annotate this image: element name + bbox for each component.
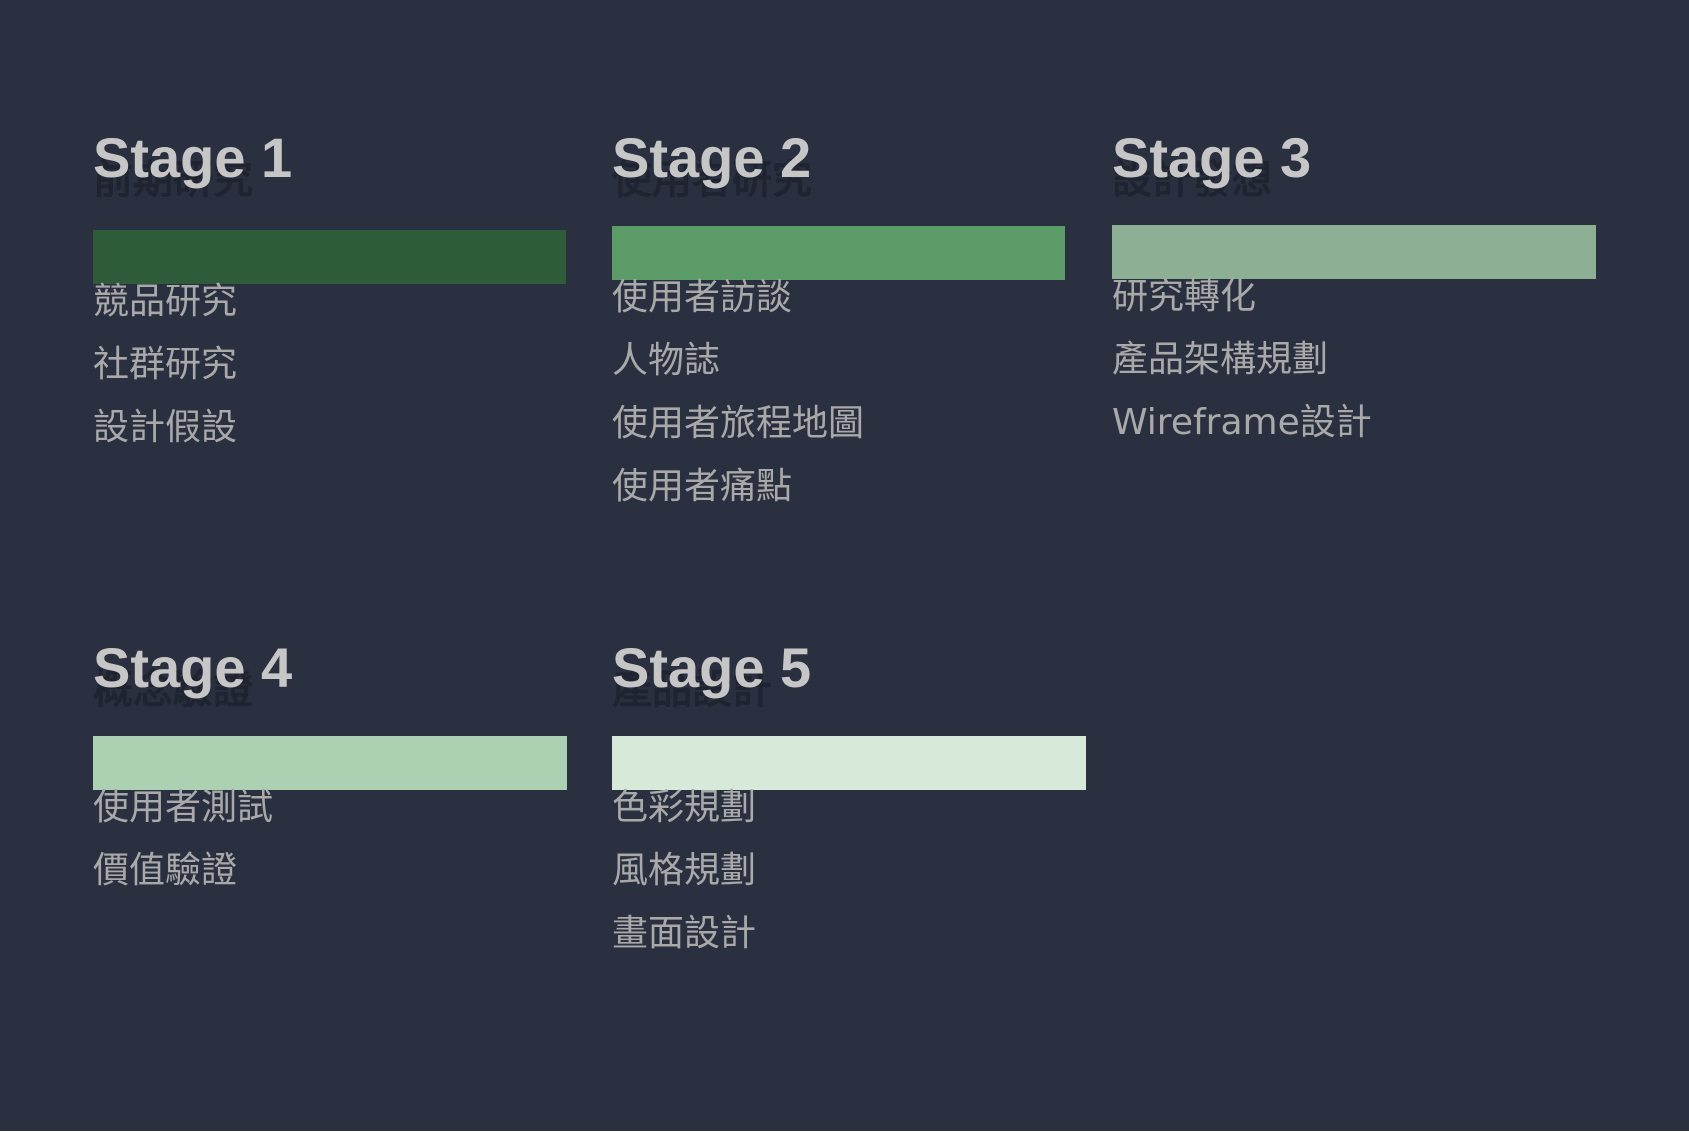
stage-5-heading: 產品設計 Stage 5 — [612, 640, 1092, 740]
stage-2-title: Stage 2 — [612, 126, 812, 189]
stage-4-items: 使用者測試 價值驗證 — [93, 776, 273, 902]
stage-4-title: Stage 4 — [93, 636, 293, 699]
stage-1-item: 設計假設 — [93, 407, 238, 448]
stage-3-heading: 設計發想 Stage 3 — [1112, 130, 1612, 230]
stage-3-item: Wireframe設計 — [1112, 402, 1372, 443]
stage-2-item: 使用者旅程地圖 — [612, 403, 865, 444]
stage-5-item: 畫面設計 — [612, 913, 757, 954]
stage-2-item: 人物誌 — [612, 340, 721, 381]
stage-5-items: 色彩規劃 風格規劃 畫面設計 — [612, 776, 756, 965]
stage-1-item: 競品研究 — [93, 281, 238, 322]
stage-diagram: 前期研究 Stage 1 競品研究 社群研究 設計假設 使用者研究 Stage … — [0, 0, 1689, 1133]
stage-3-items: 研究轉化 產品架構規劃 Wireframe設計 — [1112, 265, 1372, 454]
stage-2: 使用者研究 Stage 2 使用者訪談 人物誌 使用者旅程地圖 使用者痛點 — [612, 130, 1092, 507]
stage-2-item: 使用者痛點 — [612, 466, 793, 507]
stage-1-items: 競品研究 社群研究 設計假設 — [93, 270, 237, 459]
stage-1: 前期研究 Stage 1 競品研究 社群研究 設計假設 — [93, 130, 573, 448]
stage-1-item: 社群研究 — [93, 344, 238, 385]
stage-5-title: Stage 5 — [612, 636, 812, 699]
stage-4-heading: 概念驗證 Stage 4 — [93, 640, 573, 740]
stage-1-title: Stage 1 — [93, 126, 293, 189]
stage-2-item: 使用者訪談 — [612, 277, 793, 318]
stage-2-items: 使用者訪談 人物誌 使用者旅程地圖 使用者痛點 — [612, 266, 864, 518]
stage-2-heading: 使用者研究 Stage 2 — [612, 130, 1092, 230]
stage-4-item: 價值驗證 — [93, 850, 238, 891]
stage-3-title: Stage 3 — [1112, 126, 1312, 189]
stage-4-item: 使用者測試 — [93, 787, 274, 828]
stage-5: 產品設計 Stage 5 色彩規劃 風格規劃 畫面設計 — [612, 640, 1092, 954]
stage-1-heading: 前期研究 Stage 1 — [93, 130, 573, 230]
stage-3: 設計發想 Stage 3 研究轉化 產品架構規劃 Wireframe設計 — [1112, 130, 1612, 443]
stage-5-item: 色彩規劃 — [612, 787, 757, 828]
stage-3-item: 研究轉化 — [1112, 276, 1257, 317]
stage-4: 概念驗證 Stage 4 使用者測試 價值驗證 — [93, 640, 573, 891]
stage-5-item: 風格規劃 — [612, 850, 757, 891]
stage-3-item: 產品架構規劃 — [1112, 339, 1329, 380]
